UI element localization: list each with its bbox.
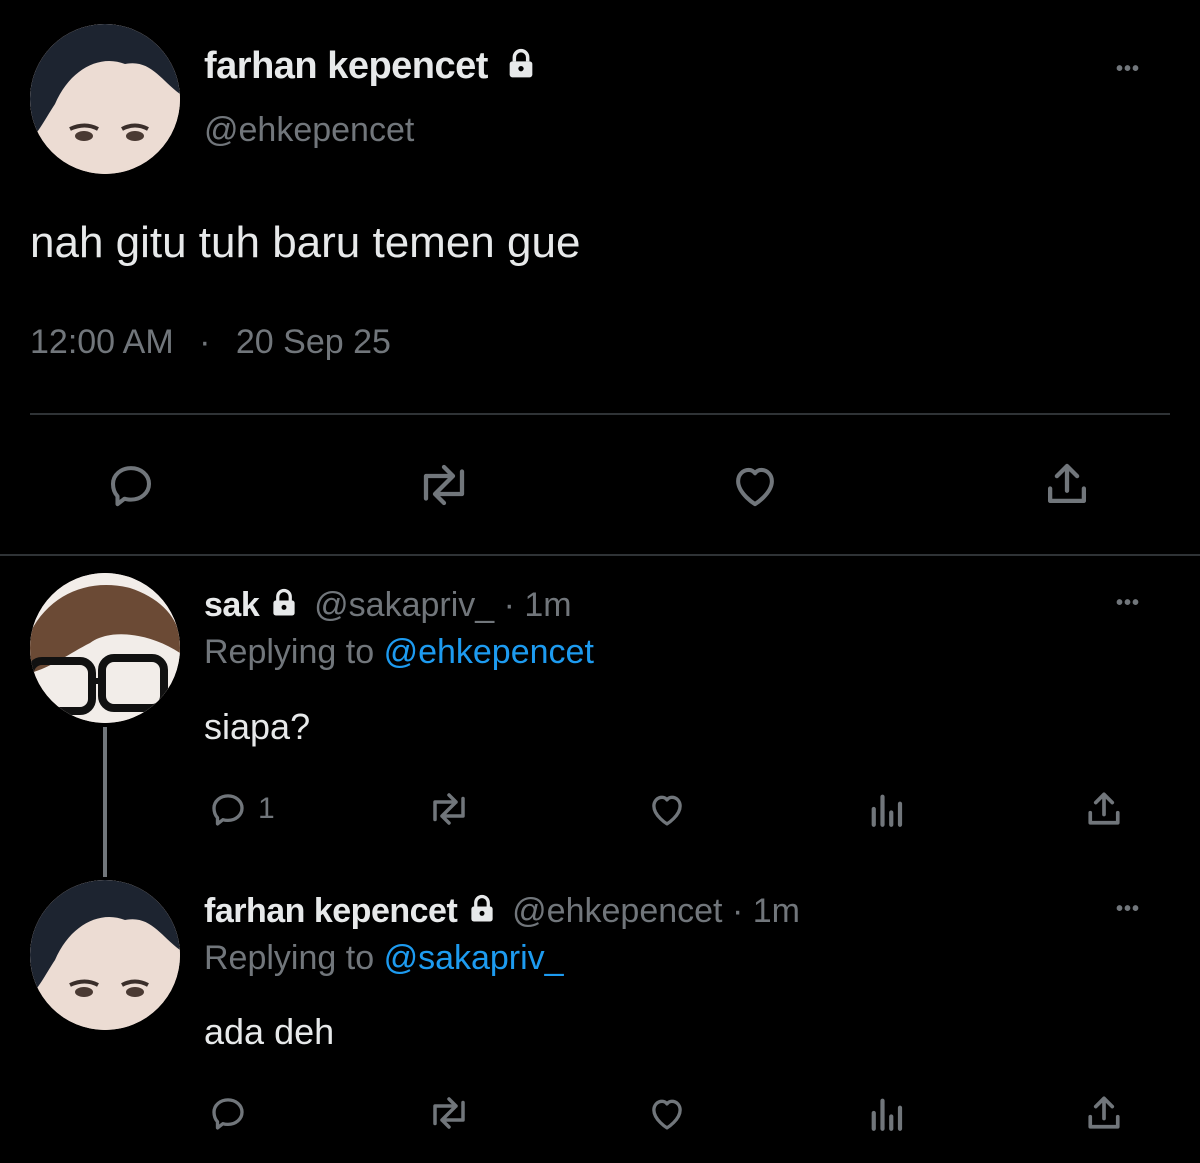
share-icon[interactable] [1040,456,1094,512]
reply-count: 1 [258,792,275,825]
lock-icon [505,46,537,90]
author-name[interactable]: farhan kepencet [204,45,488,87]
reply-author-name[interactable]: farhan kepencet [204,892,458,930]
lock-icon [269,587,299,627]
share-icon[interactable] [1082,1090,1126,1136]
reply-avatar[interactable] [30,573,180,723]
reply-icon[interactable] [206,1092,250,1134]
meta-separator: · [199,323,211,361]
more-icon[interactable]: ••• [1116,58,1140,81]
reply-author-name[interactable]: sak [204,586,260,624]
replying-to-link[interactable]: @sakapriv_ [384,939,564,977]
share-icon[interactable] [1082,786,1126,832]
analytics-icon[interactable] [866,1092,906,1134]
author-handle[interactable]: @ehkepencet [204,110,414,150]
divider [0,554,1200,556]
reply-text: ada deh [204,1011,335,1052]
retweet-icon[interactable] [414,458,474,512]
thread-line [103,727,107,877]
lock-icon [467,893,497,933]
more-icon[interactable]: ••• [1116,898,1140,921]
reply-icon[interactable] [206,788,250,830]
tweet-date[interactable]: 20 Sep 25 [236,323,391,361]
reply-avatar[interactable] [30,880,180,1030]
retweet-icon[interactable] [424,1092,474,1134]
replying-prefix: Replying to [204,633,375,671]
reply-age: · 1m [503,586,572,624]
replying-to-link[interactable]: @ehkepencet [384,633,594,671]
like-icon[interactable] [726,458,784,512]
reply-age: · 1m [731,892,800,930]
reply-author-handle[interactable]: @ehkepencet [512,892,722,930]
reply-author-handle[interactable]: @sakapriv_ [314,586,494,624]
tweet-text: nah gitu tuh baru temen gue [30,218,581,267]
author-avatar[interactable] [30,24,180,174]
tweet-time[interactable]: 12:00 AM [30,323,174,361]
like-icon[interactable] [643,788,691,830]
reply-icon[interactable] [104,458,158,512]
like-icon[interactable] [643,1092,691,1134]
reply-text: siapa? [204,706,311,747]
analytics-icon[interactable] [866,788,906,830]
retweet-icon[interactable] [424,788,474,830]
divider [30,413,1170,415]
replying-prefix: Replying to [204,939,375,977]
more-icon[interactable]: ••• [1116,592,1140,615]
